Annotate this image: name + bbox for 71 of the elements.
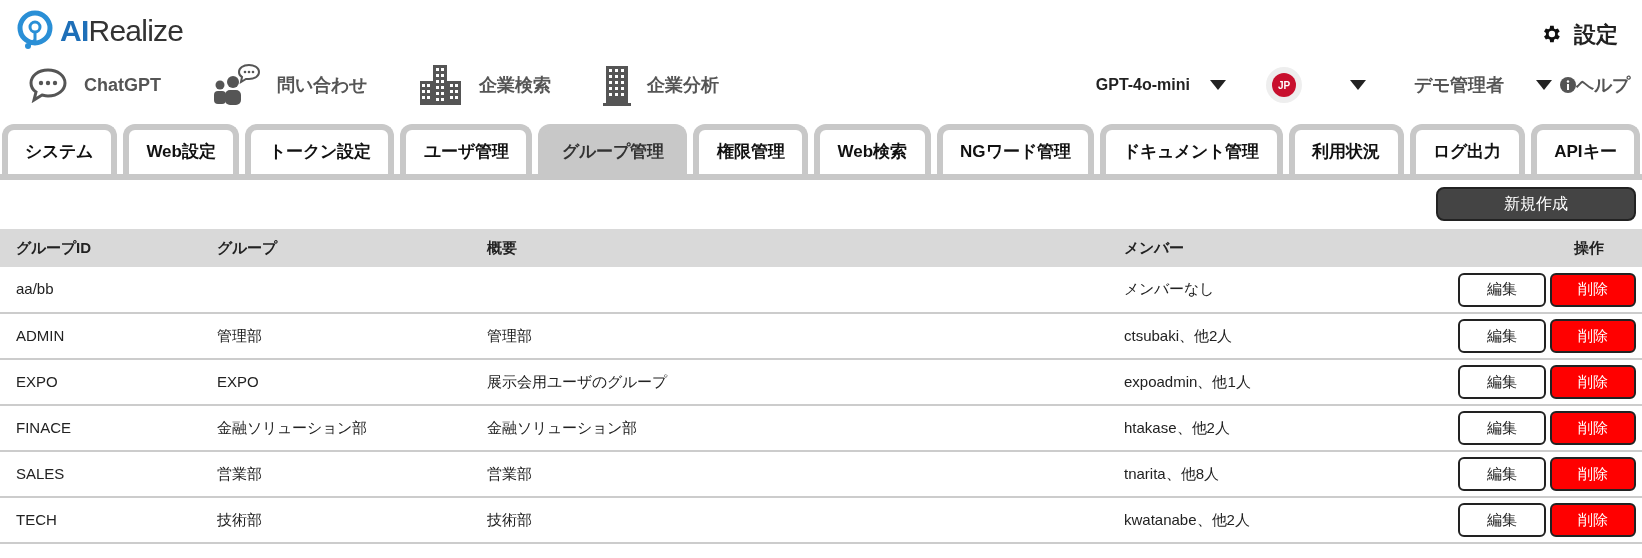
caret-icon (1210, 80, 1226, 90)
logo[interactable]: AIRealize (16, 7, 184, 53)
help-link[interactable]: ヘルプ (1560, 71, 1630, 99)
model-dropdown[interactable]: GPT-4o-mini (1095, 73, 1226, 97)
table-cell: 技術部 (471, 497, 1108, 543)
table-cell: 管理部 (201, 313, 471, 359)
table-cell: expoadmin、他1人 (1108, 359, 1458, 405)
table-cell: tnarita、他8人 (1108, 451, 1458, 497)
table-cell: 金融ソリューション部 (471, 405, 1108, 451)
nav-item[interactable]: 企業分析 (603, 63, 719, 107)
nav-item[interactable]: 問い合わせ (213, 63, 367, 107)
chat-bubble-icon (28, 67, 68, 103)
building-icon (603, 63, 631, 107)
table-cell: aa/bb (0, 267, 201, 313)
tab[interactable]: グループ管理 (538, 124, 688, 174)
delete-button[interactable]: 削除 (1550, 319, 1636, 353)
tab[interactable]: ユーザ管理 (400, 124, 533, 174)
table-cell: ctsubaki、他2人 (1108, 313, 1458, 359)
table-cell: htakase、他2人 (1108, 405, 1458, 451)
edit-button[interactable]: 編集 (1458, 411, 1546, 445)
edit-button[interactable]: 編集 (1458, 457, 1546, 491)
table-cell: EXPO (201, 359, 471, 405)
delete-button[interactable]: 削除 (1550, 457, 1636, 491)
tab[interactable]: システム (2, 124, 117, 174)
table-cell: TECH (0, 497, 201, 543)
nav-item[interactable]: 企業検索 (419, 63, 551, 107)
tab[interactable]: APIキー (1530, 124, 1641, 174)
nav-item[interactable]: ChatGPT (28, 67, 161, 103)
edit-button[interactable]: 編集 (1458, 272, 1546, 307)
table-cell: メンバーなし (1108, 267, 1458, 313)
delete-button[interactable]: 削除 (1550, 411, 1636, 445)
delete-button[interactable]: 削除 (1550, 272, 1636, 307)
settings-button[interactable]: 設定 (1540, 17, 1618, 51)
table-cell: kwatanabe、他2人 (1108, 497, 1458, 543)
table-cell: 展示会用ユーザのグループ (471, 359, 1108, 405)
tab[interactable]: 利用状況 (1288, 124, 1404, 174)
tab[interactable]: ログ出力 (1409, 124, 1525, 174)
column-header: メンバー (1108, 229, 1458, 267)
table-cell: ADMIN (0, 313, 201, 359)
table-cell: 技術部 (201, 497, 471, 543)
buildings-icon (419, 63, 463, 107)
table-cell: SALES (0, 451, 201, 497)
column-header: 概要 (471, 229, 1108, 267)
table-cell: 営業部 (471, 451, 1108, 497)
tab[interactable]: Web設定 (122, 124, 240, 174)
caret-icon (1350, 80, 1366, 90)
tab[interactable]: NGワード管理 (936, 124, 1095, 174)
delete-button[interactable]: 削除 (1550, 365, 1636, 399)
tab[interactable]: ドキュメント管理 (1100, 124, 1283, 174)
info-icon (1560, 77, 1576, 93)
column-header: グループ (201, 229, 471, 267)
column-header: 操作 (1458, 229, 1642, 267)
language-dropdown[interactable]: JP (1266, 67, 1366, 103)
people-chat-icon (213, 63, 261, 107)
edit-button[interactable]: 編集 (1458, 365, 1546, 399)
language-badge: JP (1266, 67, 1302, 103)
table-cell: EXPO (0, 359, 201, 405)
table-cell: FINACE (0, 405, 201, 451)
tab[interactable]: 権限管理 (693, 124, 809, 174)
edit-button[interactable]: 編集 (1458, 319, 1546, 353)
delete-button[interactable]: 削除 (1550, 503, 1636, 537)
user-dropdown[interactable]: デモ管理者 (1414, 71, 1552, 99)
table-cell: 管理部 (471, 313, 1108, 359)
tab[interactable]: トークン設定 (245, 124, 395, 174)
tab[interactable]: Web検索 (814, 124, 931, 174)
new-button[interactable]: 新規作成 (1436, 187, 1636, 221)
table-cell: 金融ソリューション部 (201, 405, 471, 451)
table-cell: 営業部 (201, 451, 471, 497)
edit-button[interactable]: 編集 (1458, 503, 1546, 537)
caret-icon (1536, 80, 1552, 90)
column-header: グループID (0, 229, 201, 267)
